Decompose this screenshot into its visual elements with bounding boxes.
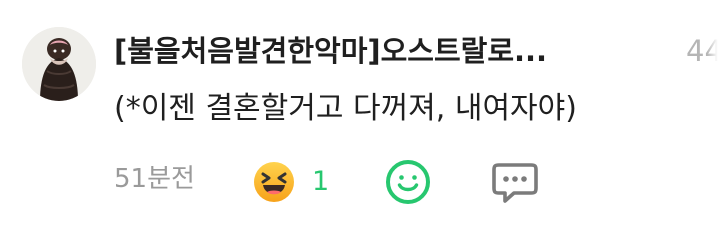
username[interactable]: [불을처음발견한악마]오스트랄로... <box>114 31 650 71</box>
avatar-image <box>22 27 96 101</box>
reply-button[interactable] <box>490 160 540 206</box>
avatar[interactable] <box>22 27 96 101</box>
right-edge-fade <box>707 0 719 240</box>
comment-text: (*이젠 결혼할거고 다꺼져, 내여자야) <box>114 91 577 126</box>
timestamp: 51분전 <box>114 164 195 194</box>
speech-bubble-icon <box>492 163 538 203</box>
smiley-outline-icon <box>386 160 430 204</box>
reaction-count: 1 <box>312 166 330 197</box>
comment-item: [불을처음발견한악마]오스트랄로... 44 (*이젠 결혼할거고 다꺼져, 내… <box>0 0 719 240</box>
reaction-laugh-button[interactable]: 1 <box>252 160 348 204</box>
add-reaction-button[interactable] <box>384 158 432 206</box>
laughing-emoji-icon <box>254 162 294 202</box>
